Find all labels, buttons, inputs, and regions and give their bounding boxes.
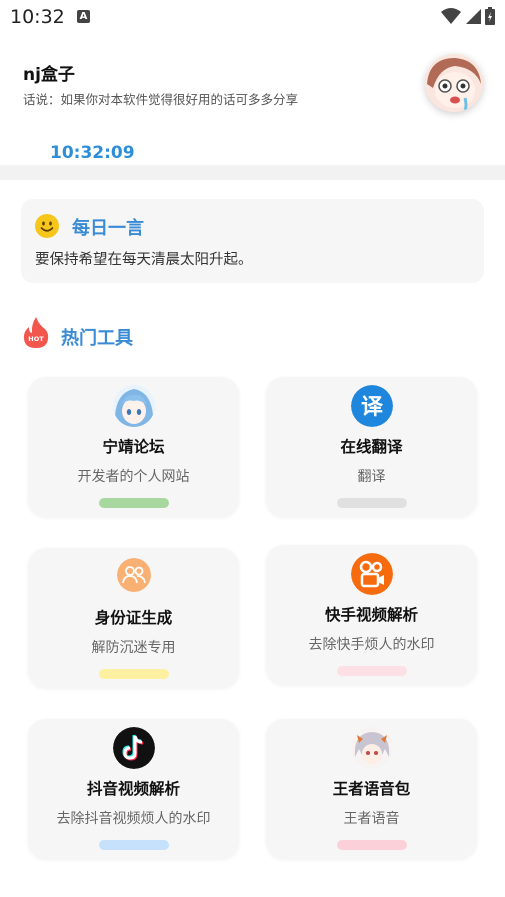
- app-title: nj盒子: [23, 65, 75, 85]
- tool-card-title: 抖音视频解析: [86, 780, 180, 798]
- anime-character-icon: [350, 727, 393, 769]
- wifi-icon: [441, 8, 461, 24]
- battery-icon: [485, 7, 495, 25]
- hot-fire-icon: HOT: [23, 317, 49, 348]
- translate-icon: 译: [350, 385, 393, 427]
- status-bar: 10:32 A: [0, 0, 505, 34]
- tool-card-title: 宁靖论坛: [102, 438, 165, 456]
- tool-card-bar: [336, 498, 407, 508]
- svg-text:译: 译: [360, 395, 383, 420]
- a-icon: A: [77, 10, 90, 23]
- app-subtitle: 话说：如果你对本软件觉得很好用的话可多多分享: [23, 92, 299, 107]
- tool-card-translate[interactable]: 译 在线翻译 翻译: [266, 377, 477, 517]
- tool-card-bar: [98, 669, 169, 679]
- cellular-signal-icon: [466, 9, 481, 24]
- tool-card-title: 身份证生成: [94, 609, 173, 627]
- tool-card-title: 在线翻译: [340, 438, 403, 456]
- tool-card-bar: [336, 840, 407, 850]
- status-icons: [441, 7, 495, 25]
- anime-girl-icon: [112, 385, 155, 427]
- svg-text:HOT: HOT: [28, 335, 44, 343]
- daily-quote-text: 要保持希望在每天清晨太阳升起。: [35, 252, 253, 268]
- tool-card-desc: 去除快手烦人的水印: [308, 637, 435, 653]
- tool-card-desc: 去除抖音视频烦人的水印: [56, 811, 211, 827]
- kuaishou-icon: [350, 553, 393, 595]
- tool-card-desc: 解防沉迷专用: [91, 640, 176, 656]
- users-icon: [116, 558, 151, 592]
- section-divider: [0, 165, 505, 180]
- tool-card-forum[interactable]: 宁靖论坛 开发者的个人网站: [28, 377, 239, 517]
- tool-card-bar: [98, 498, 169, 508]
- daily-quote-card: 每日一言 要保持希望在每天清晨太阳升起。: [21, 199, 484, 283]
- tool-card-kuaishou[interactable]: 快手视频解析 去除快手烦人的水印: [266, 545, 477, 685]
- tool-card-wangzhe-voice[interactable]: 王者语音包 王者语音: [266, 719, 477, 859]
- hot-tools-title: 热门工具: [61, 328, 133, 349]
- tool-card-id-generator[interactable]: 身份证生成 解防沉迷专用: [28, 548, 239, 688]
- tiktok-icon: [112, 727, 155, 769]
- tool-card-douyin[interactable]: 抖音视频解析 去除抖音视频烦人的水印: [28, 719, 239, 859]
- tool-card-bar: [98, 840, 169, 850]
- status-time: 10:32: [10, 6, 65, 28]
- tool-card-desc: 王者语音: [343, 811, 400, 827]
- live-clock: 10:32:09: [50, 143, 135, 163]
- daily-quote-title: 每日一言: [72, 218, 144, 239]
- anime-avatar-icon: [425, 54, 483, 112]
- tool-card-title: 王者语音包: [332, 780, 411, 798]
- tool-card-title: 快手视频解析: [324, 606, 418, 624]
- tool-card-desc: 开发者的个人网站: [77, 469, 190, 485]
- avatar[interactable]: [425, 54, 483, 112]
- tool-card-desc: 翻译: [357, 469, 386, 485]
- tool-card-bar: [336, 666, 407, 676]
- smile-icon: [35, 214, 59, 238]
